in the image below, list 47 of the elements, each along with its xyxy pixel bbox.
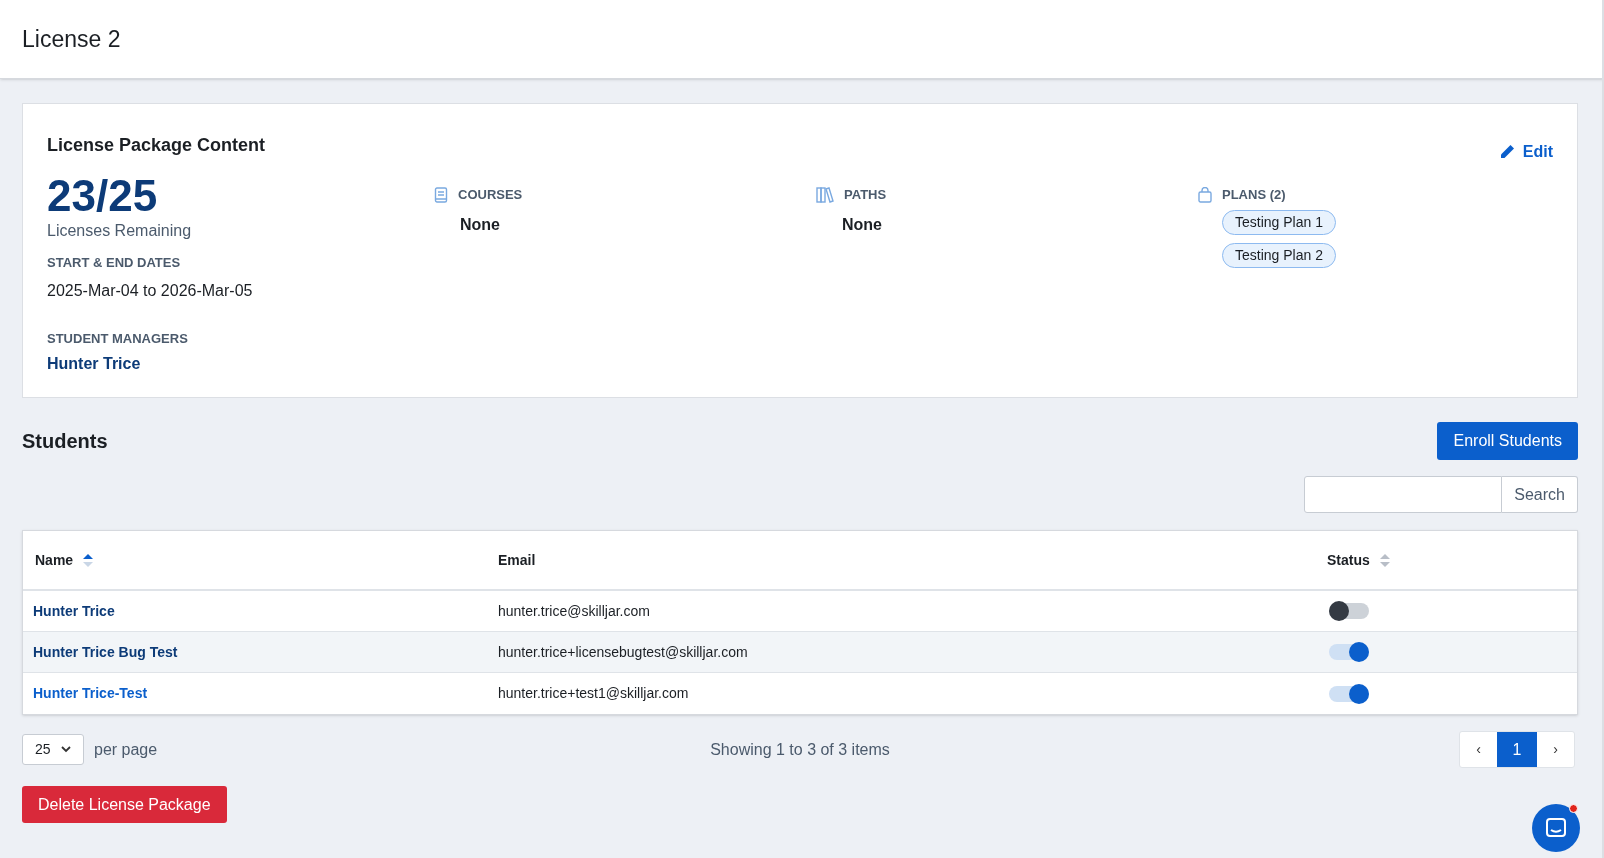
- shopping-bag-icon: [1198, 186, 1212, 203]
- section-value: None: [460, 214, 501, 235]
- status-toggle[interactable]: [1329, 603, 1369, 619]
- column-header[interactable]: Email: [498, 549, 536, 571]
- licenses-label: Licenses Remaining: [47, 221, 193, 241]
- status-toggle[interactable]: [1329, 644, 1369, 660]
- email-cell: hunter.trice@skilljar.com: [498, 602, 650, 619]
- page-button[interactable]: 1: [1497, 732, 1537, 767]
- page-title: License 2: [22, 24, 121, 54]
- sort-icon[interactable]: [83, 553, 94, 567]
- section-value: None: [842, 214, 883, 235]
- dates-value: 2025-Mar-04 to 2026-Mar-05: [47, 280, 254, 301]
- student-name-link[interactable]: Hunter Trice-Test: [33, 685, 148, 701]
- books-icon: [816, 186, 834, 203]
- student-name-link[interactable]: Hunter Trice Bug Test: [33, 643, 178, 660]
- status-toggle[interactable]: [1329, 685, 1369, 702]
- student-name-link[interactable]: Hunter Trice: [33, 602, 115, 619]
- card-title: License Package Content: [47, 134, 266, 157]
- email-cell: hunter.trice+licensebugtest@skilljar.com: [498, 643, 748, 660]
- edit-link[interactable]: Edit: [1498, 140, 1553, 164]
- column-header[interactable]: Name: [35, 549, 74, 571]
- email-cell: hunter.trice+test1@skilljar.com: [498, 685, 689, 701]
- chat-icon: [1545, 817, 1567, 839]
- plan-tag: Testing Plan 1: [1222, 209, 1336, 235]
- chevron-down-icon: [61, 746, 71, 753]
- column-header[interactable]: Status: [1327, 549, 1370, 571]
- section-label: COURSES: [458, 186, 523, 204]
- book-icon: [434, 186, 448, 203]
- search-field[interactable]: [1304, 476, 1503, 513]
- search-button[interactable]: Search: [1502, 476, 1578, 513]
- next-page-button[interactable]: ›: [1537, 732, 1574, 767]
- showing-text: Showing 1 to 3 of 3 items: [710, 739, 890, 760]
- pencil-icon: [1498, 144, 1515, 160]
- dates-label: START & END DATES: [47, 254, 182, 272]
- managers-label: STUDENT MANAGERS: [47, 329, 189, 348]
- chat-button[interactable]: [1532, 804, 1580, 852]
- section-label: PATHS: [844, 186, 887, 204]
- plan-tag: Testing Plan 2: [1222, 242, 1336, 268]
- previous-page-button[interactable]: ‹: [1460, 732, 1497, 767]
- delete-license-package-button[interactable]: Delete License Package: [22, 786, 227, 823]
- per-page-select[interactable]: 25: [22, 734, 84, 765]
- students-title: Students: [22, 429, 108, 454]
- licenses-count: 23/25: [47, 173, 159, 219]
- manager-link[interactable]: Hunter Trice: [47, 352, 434, 376]
- section-label: PLANS (2): [1222, 186, 1286, 204]
- enroll-students-button[interactable]: Enroll Students: [1437, 422, 1578, 460]
- per-page-label: per page: [94, 739, 158, 760]
